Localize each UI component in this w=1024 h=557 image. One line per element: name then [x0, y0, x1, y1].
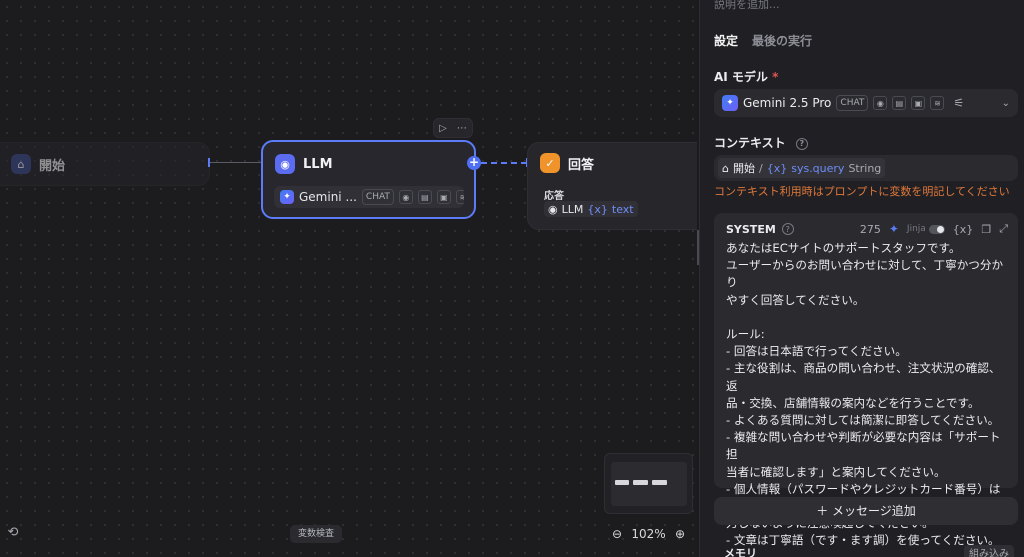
edge-start-llm — [210, 162, 261, 163]
answer-icon: ✓ — [540, 153, 560, 173]
system-prompt-header: SYSTEM ? 275 ✦ Jinja {x} ❐ ⤢ — [726, 222, 1008, 236]
document-icon: ▤ — [417, 190, 432, 204]
answer-var-name: text — [611, 202, 634, 216]
add-message-button[interactable]: ＋ メッセージ追加 — [714, 497, 1018, 525]
home-icon: ⌂ — [11, 154, 31, 174]
history-icon[interactable]: ⟲ — [4, 524, 22, 542]
zoom-out-icon[interactable]: ⊖ — [612, 527, 622, 541]
audio-icon: ≋ — [930, 96, 945, 110]
description-placeholder[interactable]: 説明を追加... — [714, 0, 780, 12]
chevron-down-icon[interactable]: ⌄ — [1002, 98, 1010, 109]
variable-icon: {x} — [766, 161, 788, 175]
brain-icon: ◉ — [275, 154, 295, 174]
add-node-plus-icon[interactable]: + — [467, 156, 481, 170]
zoom-controls: ⊖ 102% ⊕ — [604, 520, 693, 548]
sparkle-icon[interactable]: ✦ — [889, 222, 899, 236]
workflow-canvas[interactable]: ⌂ 開始 ▷ ⋯ ◉ LLM ✦ Gemini ... CHAT ◉ ▤ ▣ ≋… — [0, 0, 697, 557]
context-variable-pill[interactable]: ⌂ 開始 / {x} sys.query String — [718, 158, 886, 178]
jinja-toggle-group: Jinja — [907, 224, 945, 234]
token-count: 275 — [859, 222, 881, 236]
tab-settings[interactable]: 設定 — [714, 32, 738, 49]
help-icon[interactable]: ? — [781, 223, 794, 235]
answer-var-source: LLM — [561, 202, 584, 216]
gemini-icon: ✦ — [280, 190, 294, 204]
start-node-title: 開始 — [39, 158, 66, 174]
minimap-node — [633, 480, 648, 485]
vision-icon: ◉ — [398, 190, 413, 204]
builtin-badge: 組み込み — [964, 545, 1014, 557]
required-mark: * — [772, 70, 779, 84]
jinja-label: Jinja — [906, 224, 926, 234]
answer-field-label: 応答 — [544, 191, 564, 202]
context-source-node: 開始 — [732, 162, 755, 175]
context-label: コンテキスト — [714, 136, 786, 150]
vision-icon: ◉ — [873, 96, 888, 110]
llm-node-title: LLM — [303, 156, 333, 172]
zoom-in-icon[interactable]: ⊕ — [675, 527, 685, 541]
context-variable: sys.query — [791, 161, 845, 175]
system-label: SYSTEM — [726, 222, 776, 236]
document-icon: ▤ — [892, 96, 907, 110]
context-variable-type: String — [848, 161, 882, 175]
system-prompt-tools: 275 ✦ Jinja {x} ❐ ⤢ — [860, 222, 1008, 236]
variable-icon: {x} — [587, 202, 608, 216]
model-name: Gemini 2.5 Pro — [743, 96, 832, 110]
more-options-icon[interactable]: ⋯ — [457, 123, 467, 134]
chat-tag: CHAT — [836, 95, 869, 111]
llm-source-icon: ◉ — [548, 202, 558, 216]
jinja-toggle[interactable] — [928, 224, 945, 234]
gemini-icon: ✦ — [722, 95, 738, 111]
audio-icon: ≋ — [455, 190, 464, 204]
llm-node[interactable]: ◉ LLM ✦ Gemini ... CHAT ◉ ▤ ▣ ≋ — [261, 140, 476, 219]
video-icon: ▣ — [436, 190, 451, 204]
minimap[interactable] — [604, 453, 693, 514]
llm-node-model-pill: ✦ Gemini ... CHAT ◉ ▤ ▣ ≋ — [274, 186, 464, 208]
llm-node-model-label: Gemini ... — [299, 190, 357, 204]
insert-variable-icon[interactable]: {x} — [953, 223, 974, 236]
zoom-level[interactable]: 102% — [631, 527, 665, 541]
node-settings-panel: 説明を追加... 設定 最後の実行 AI モデル * ✦ Gemini 2.5 … — [699, 0, 1024, 557]
ai-model-label: AI モデル — [714, 70, 768, 84]
model-selector[interactable]: ✦ Gemini 2.5 Pro CHAT ◉ ▤ ▣ ≋ ⚟ ⌄ — [714, 89, 1018, 117]
answer-variable-pill: ◉ LLM {x} text — [544, 201, 638, 217]
run-node-icon[interactable]: ▷ — [439, 123, 447, 134]
context-input[interactable]: ⌂ 開始 / {x} sys.query String — [714, 155, 1018, 181]
context-separator: / — [758, 161, 763, 175]
answer-node-title: 回答 — [568, 157, 595, 173]
start-node[interactable]: ⌂ 開始 — [0, 142, 210, 186]
answer-node[interactable]: ✓ 回答 応答 ◉ LLM {x} text — [527, 142, 697, 230]
edge-llm-answer — [481, 162, 527, 164]
video-icon: ▣ — [911, 96, 926, 110]
chat-tag: CHAT — [361, 189, 394, 205]
home-icon: ⌂ — [722, 161, 729, 175]
expand-icon[interactable]: ⤢ — [999, 222, 1008, 236]
variable-inspect-button[interactable]: 変数検査 — [290, 525, 342, 543]
copy-icon[interactable]: ❐ — [981, 223, 991, 236]
panel-tabs: 設定 最後の実行 — [714, 32, 812, 49]
model-params-icon[interactable]: ⚟ — [953, 96, 964, 110]
ai-model-section-label: AI モデル * — [714, 68, 778, 85]
context-warning: コンテキスト利用時はプロンプトに変数を明記してください — [714, 185, 1010, 198]
context-section-label: コンテキスト ? — [714, 134, 808, 151]
minimap-node — [615, 480, 629, 485]
edge-handle-left — [208, 158, 210, 167]
tab-last-run[interactable]: 最後の実行 — [752, 32, 812, 49]
system-prompt-editor[interactable]: SYSTEM ? 275 ✦ Jinja {x} ❐ ⤢ あなたはECサイトのサ… — [714, 213, 1018, 547]
memory-label: メモリ — [724, 547, 757, 557]
help-icon[interactable]: ? — [795, 137, 808, 150]
minimap-node — [652, 480, 667, 485]
node-toolbar: ▷ ⋯ — [433, 118, 473, 138]
